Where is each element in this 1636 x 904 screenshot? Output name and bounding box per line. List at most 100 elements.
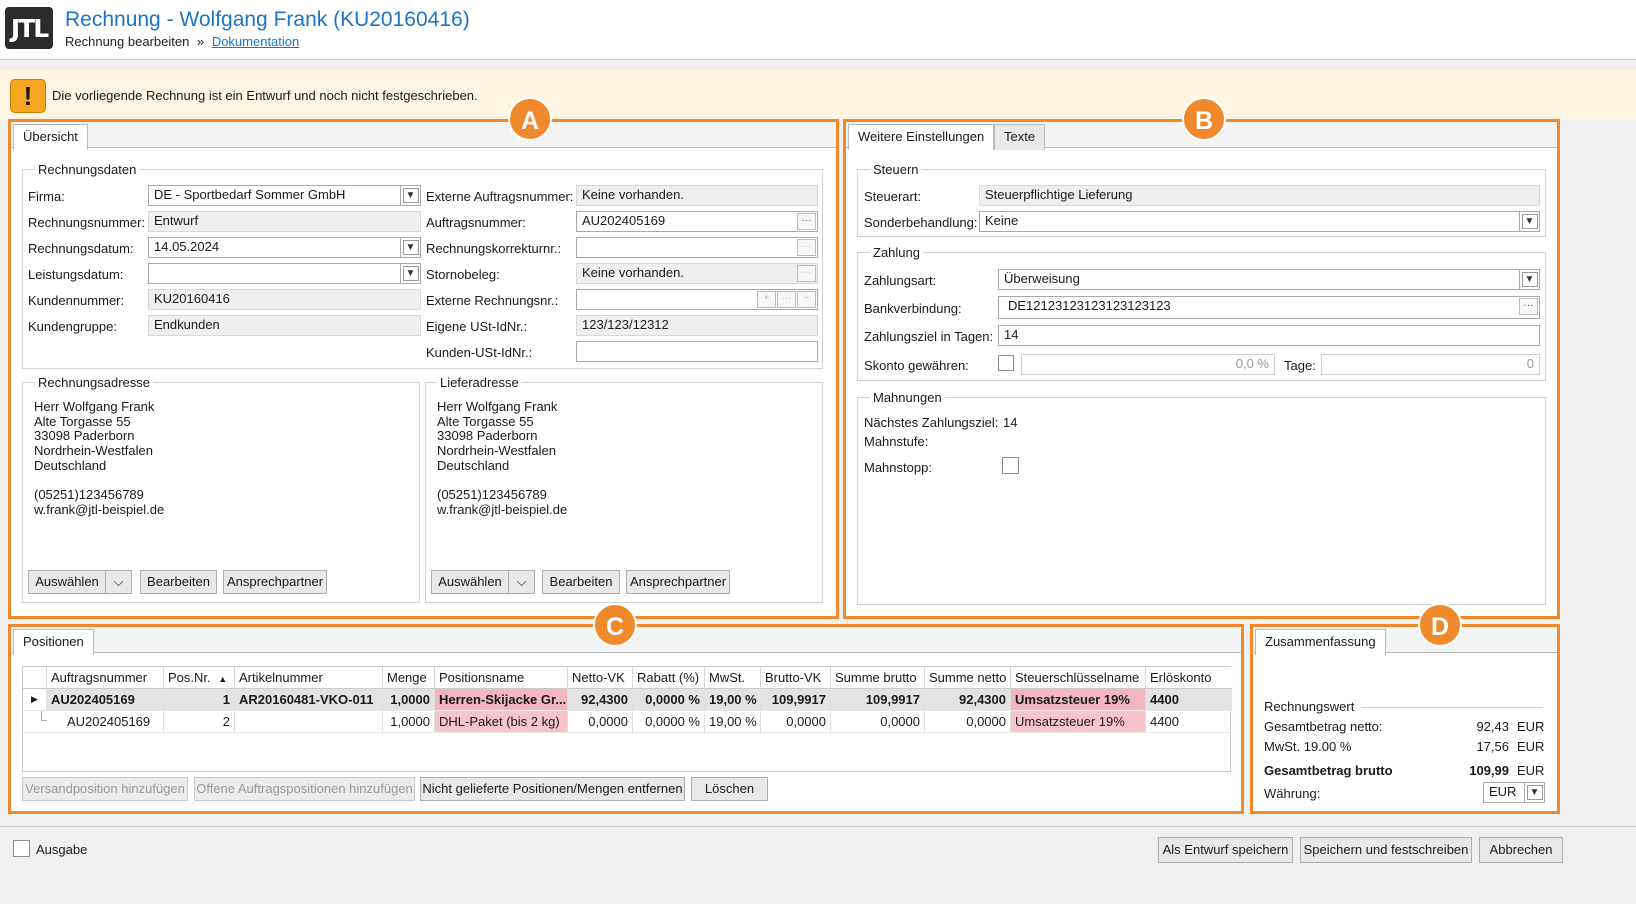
column-tax-key[interactable]: Steuerschlüsselname [1011, 667, 1146, 689]
delete-button[interactable]: Löschen [691, 777, 768, 801]
address-line: Alte Torgasse 55 [437, 413, 534, 429]
chevron-down-icon[interactable]: ▼ [1524, 783, 1544, 802]
save-draft-button[interactable]: Als Entwurf speichern [1158, 837, 1293, 863]
minus-icon: − [797, 291, 816, 308]
column-article-number[interactable]: Artikelnummer [235, 667, 383, 689]
payment-method-select[interactable]: Überweisung ▼ [998, 269, 1540, 290]
cell-position-number: 1 [164, 689, 235, 711]
column-gross-price[interactable]: Brutto-VK [761, 667, 831, 689]
column-position-name[interactable]: Positionsname [435, 667, 568, 689]
add-shipping-position-button[interactable]: Versandposition hinzufügen [22, 777, 188, 801]
cancellation-field: Keine vorhanden. ··· [576, 263, 818, 284]
overview-panel: Übersicht Rechnungsdaten Firma: DE - Spo… [8, 119, 839, 619]
chevron-down-icon[interactable]: ▼ [1519, 212, 1539, 231]
address-line: Deutschland [34, 457, 107, 473]
bank-account-field[interactable]: DE12123123123123123123 ··· [998, 296, 1540, 319]
ellipsis-button[interactable]: ··· [797, 213, 816, 230]
discount-checkbox[interactable] [998, 355, 1014, 371]
cell-discount: 0,0000 % [633, 689, 705, 711]
badge-a: A [508, 97, 552, 141]
shipping-edit-button[interactable]: Bearbeiten [542, 570, 620, 594]
address-line: Alte Torgasse 55 [34, 413, 131, 429]
cell-order-number: AU202405169 [47, 689, 164, 711]
shipping-select-button[interactable]: Auswählen [431, 570, 509, 594]
invoice-date-picker[interactable]: 14.05.2024 ▼ [148, 237, 421, 258]
invoice-date-label: Rechnungsdatum: [28, 241, 134, 256]
tax-type-label: Steuerart: [864, 189, 922, 204]
next-due-value: 14 [1003, 415, 1018, 430]
customer-group-field: Endkunden [148, 315, 421, 336]
footer-bar: Ausgabe Als Entwurf speichern Speichern … [0, 826, 1636, 904]
correction-number-label: Rechnungskorrekturnr.: [426, 241, 562, 256]
shipping-contact-button[interactable]: Ansprechpartner [626, 570, 730, 594]
chevron-down-icon[interactable]: ⌵ [508, 570, 535, 594]
positions-panel: Positionen Auftragsnummer Pos.Nr. ▲ Arti… [8, 624, 1244, 814]
payment-term-field[interactable]: 14 [998, 325, 1540, 346]
tab-overview[interactable]: Übersicht [13, 124, 88, 150]
special-treatment-select[interactable]: Keine ▼ [979, 211, 1540, 232]
column-net-price[interactable]: Netto-VK [568, 667, 633, 689]
column-revenue-account[interactable]: Erlöskonto [1146, 667, 1232, 689]
column-position-number[interactable]: Pos.Nr. ▲ [164, 667, 235, 689]
tab-further-settings[interactable]: Weitere Einstellungen [848, 124, 995, 150]
tab-summary[interactable]: Zusammenfassung [1255, 629, 1386, 655]
customer-vat-id-label: Kunden-USt-IdNr.: [426, 345, 533, 360]
vat-value: 17,56 [1476, 739, 1509, 754]
breadcrumb: Rechnung bearbeiten » Dokumentation [65, 34, 299, 49]
column-net-sum[interactable]: Summe netto [925, 667, 1011, 689]
tab-positions[interactable]: Positionen [13, 629, 94, 655]
company-value: DE - Sportbedarf Sommer GmbH [154, 187, 346, 202]
chevron-down-icon[interactable]: ⌵ [105, 570, 132, 594]
order-number-field[interactable]: AU202405169 ··· [576, 211, 818, 232]
save-finalize-button[interactable]: Speichern und festschreiben [1300, 837, 1472, 863]
cell-net-sum: 92,4300 [925, 689, 1011, 711]
warning-text: Die vorliegende Rechnung ist ein Entwurf… [52, 88, 478, 103]
gross-total-value: 109,99 [1469, 763, 1509, 778]
correction-number-field[interactable]: ··· [576, 237, 818, 258]
column-vat[interactable]: MwSt. [705, 667, 761, 689]
column-discount[interactable]: Rabatt (%) [633, 667, 705, 689]
summary-panel: Zusammenfassung Rechnungswert Gesamtbetr… [1250, 624, 1560, 814]
row-header-column [23, 667, 47, 689]
own-vat-id-field: 123/123/12312 [576, 315, 818, 336]
order-number-value: AU202405169 [582, 213, 666, 228]
special-treatment-value: Keine [985, 213, 1019, 228]
remove-undelivered-button[interactable]: Nicht gelieferte Positionen/Mengen entfe… [420, 777, 685, 801]
cell-gross-sum: 0,0000 [831, 711, 925, 733]
column-gross-sum[interactable]: Summe brutto [831, 667, 925, 689]
column-quantity[interactable]: Menge [383, 667, 435, 689]
service-date-picker[interactable]: ▼ [148, 263, 421, 284]
external-order-label: Externe Auftragsnummer: [426, 189, 574, 204]
vat-label: MwSt. 19.00 % [1264, 739, 1352, 754]
chevron-down-icon[interactable]: ▼ [400, 186, 420, 205]
invoice-value-title: Rechnungswert [1264, 699, 1355, 714]
gross-total-currency: EUR [1517, 763, 1545, 778]
payment-group-title: Zahlung [870, 245, 923, 260]
billing-select-button[interactable]: Auswählen [28, 570, 106, 594]
billing-contact-button[interactable]: Ansprechpartner [223, 570, 327, 594]
cell-position-number: 2 [164, 711, 235, 733]
currency-value: EUR [1489, 784, 1517, 799]
add-open-positions-button[interactable]: Offene Auftragspositionen hinzufügen [194, 777, 415, 801]
external-invoice-label: Externe Rechnungsnr.: [426, 293, 559, 308]
company-select[interactable]: DE - Sportbedarf Sommer GmbH ▼ [148, 185, 421, 206]
customer-vat-id-field[interactable] [576, 341, 818, 362]
column-order-number[interactable]: Auftragsnummer [47, 667, 164, 689]
cancel-button[interactable]: Abbrechen [1479, 837, 1563, 863]
chevron-down-icon[interactable]: ▼ [400, 264, 420, 283]
documentation-link[interactable]: Dokumentation [212, 34, 299, 49]
shipping-address-title: Lieferadresse [437, 375, 522, 390]
ellipsis-button[interactable]: ··· [1519, 298, 1538, 315]
external-invoice-field[interactable]: + ··· − [576, 289, 818, 310]
address-line: Herr Wolfgang Frank [437, 399, 558, 414]
ellipsis-button: ··· [797, 239, 816, 256]
output-checkbox[interactable] [13, 840, 30, 857]
billing-edit-button[interactable]: Bearbeiten [140, 570, 217, 594]
tab-texts[interactable]: Texte [994, 124, 1046, 150]
chevron-down-icon[interactable]: ▼ [400, 238, 420, 257]
discount-days-field: 0 [1321, 354, 1540, 375]
ellipsis-button: ··· [777, 291, 796, 308]
dunning-stop-checkbox[interactable] [1002, 457, 1019, 474]
currency-select[interactable]: EUR ▼ [1483, 782, 1545, 803]
chevron-down-icon[interactable]: ▼ [1519, 270, 1539, 289]
